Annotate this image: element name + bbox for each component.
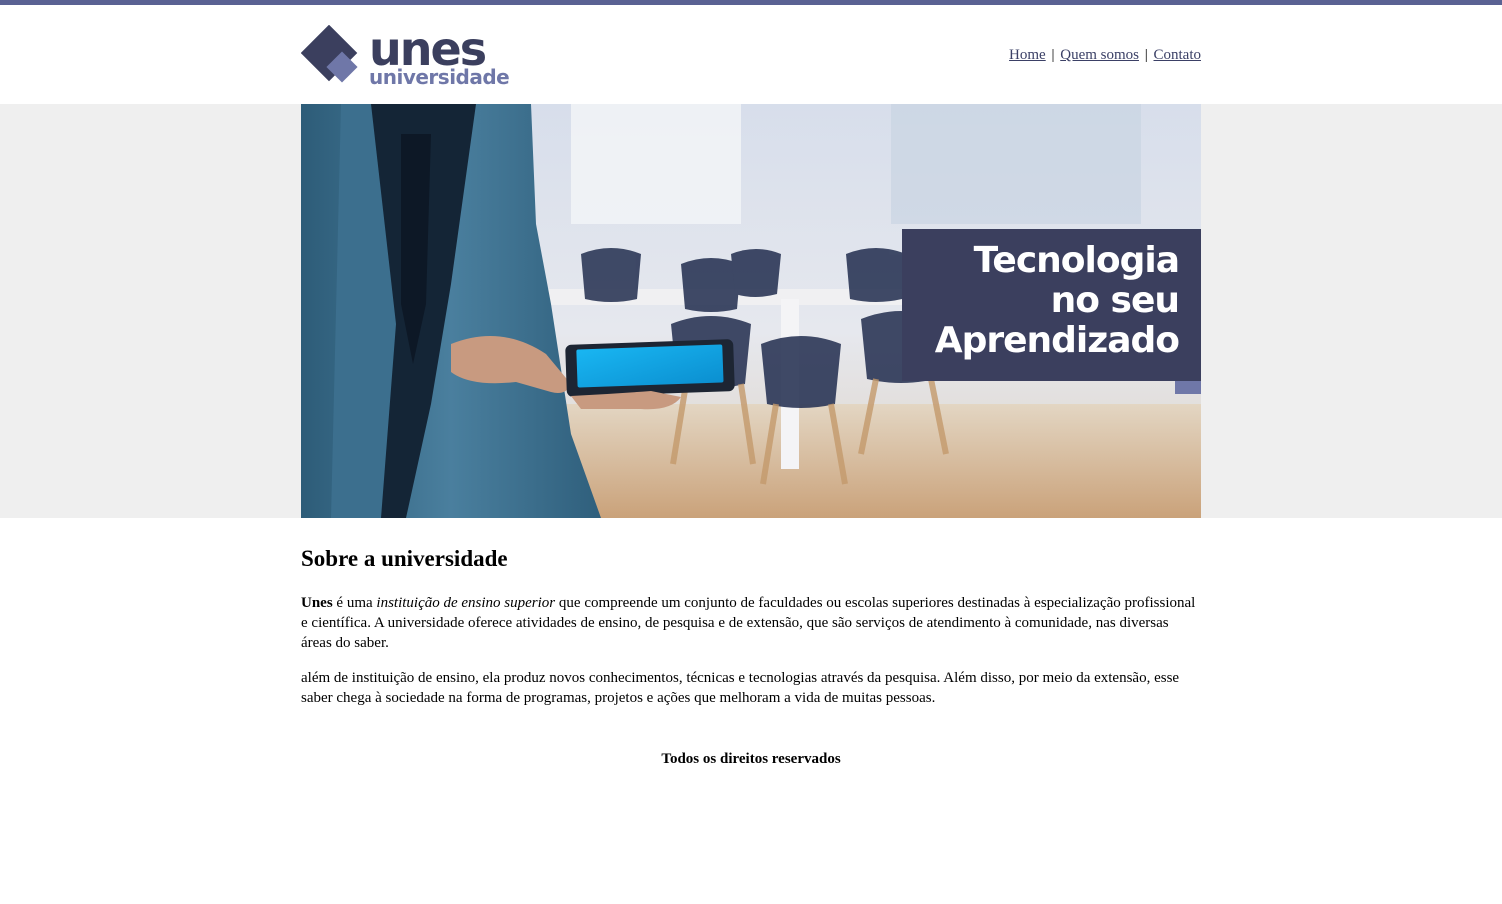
main-content: Sobre a universidade Unes é uma institui… bbox=[301, 518, 1201, 768]
nav-link-contato[interactable]: Contato bbox=[1154, 47, 1202, 63]
nav-link-home[interactable]: Home bbox=[1009, 47, 1046, 63]
banner-section: Tecnologia no seu Aprendizado bbox=[0, 104, 1502, 518]
banner-caption: Tecnologia no seu Aprendizado bbox=[902, 229, 1201, 381]
site-header: unes universidade Home | Quem somos | Co… bbox=[301, 5, 1201, 104]
logo-diamond-icon bbox=[301, 25, 358, 83]
nav-link-quem-somos[interactable]: Quem somos bbox=[1060, 47, 1139, 63]
main-nav: Home | Quem somos | Contato bbox=[1009, 47, 1201, 64]
nav-separator: | bbox=[1051, 47, 1055, 63]
about-paragraph-2: além de instituição de ensino, ela produ… bbox=[301, 670, 1180, 706]
brand-name: Unes bbox=[301, 595, 333, 611]
nav-separator: | bbox=[1144, 47, 1148, 63]
banner-caption-line: Tecnologia bbox=[973, 240, 1180, 281]
emphasis-text: instituição de ensino superior bbox=[376, 595, 556, 611]
hero-banner: Tecnologia no seu Aprendizado bbox=[301, 104, 1201, 518]
banner-caption-line: no seu bbox=[1050, 280, 1180, 321]
site-footer: Todos os direitos reservados bbox=[661, 751, 841, 767]
logo-subtitle: universidade bbox=[369, 65, 509, 85]
paragraph-text: é uma bbox=[332, 595, 377, 611]
banner-caption-accent bbox=[1175, 381, 1201, 394]
section-heading: Sobre a universidade bbox=[301, 546, 508, 571]
about-paragraph-1: Unes é uma instituição de ensino superio… bbox=[301, 593, 1201, 653]
unes-logo[interactable]: unes universidade bbox=[301, 25, 521, 85]
banner-caption-line: Aprendizado bbox=[934, 320, 1180, 361]
